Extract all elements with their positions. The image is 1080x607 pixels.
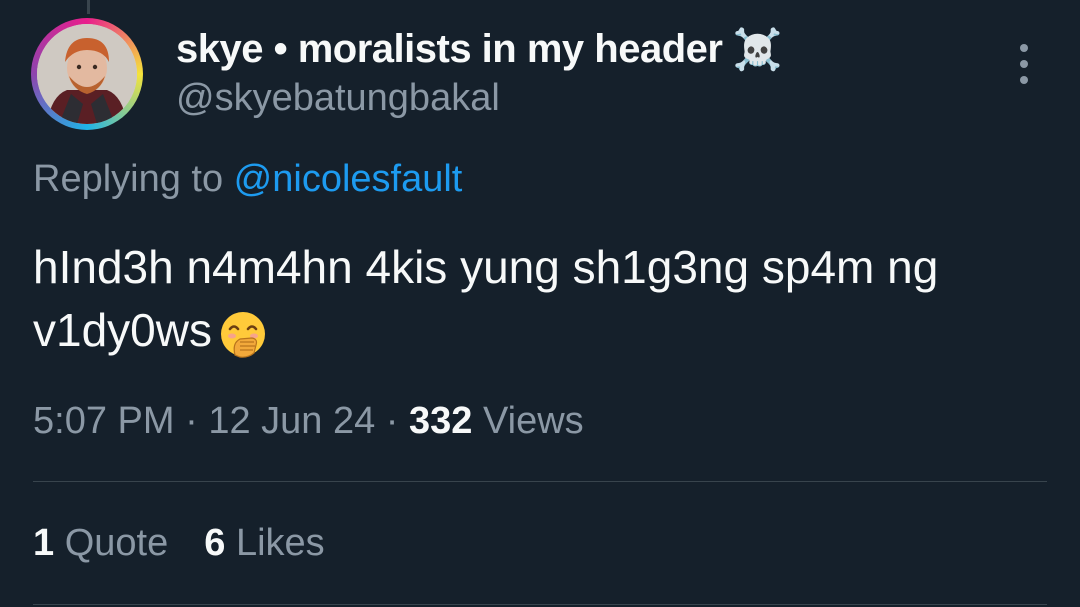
- more-dots-icon: [1020, 44, 1028, 52]
- meta-separator: ·: [375, 400, 410, 442]
- replying-to-line: Replying to @nicolesfault: [33, 158, 462, 201]
- quotes-count: 1: [33, 522, 55, 564]
- likes-label: Likes: [235, 522, 325, 564]
- likes-count: 6: [204, 522, 226, 564]
- tweet-meta: 5:07 PM · 12 Jun 24 · 332 Views: [33, 400, 584, 443]
- more-options-button[interactable]: [1010, 44, 1038, 84]
- more-dot: [1020, 60, 1028, 68]
- views-label: Views: [482, 400, 584, 442]
- avatar-photo: [37, 24, 137, 124]
- tweet-time[interactable]: 5:07 PM: [33, 400, 175, 442]
- likes-stat[interactable]: 6 Likes: [204, 522, 324, 565]
- author-handle[interactable]: @skyebatungbakal: [176, 77, 500, 120]
- divider: [33, 604, 1047, 605]
- divider: [33, 481, 1047, 482]
- author-name[interactable]: skye • moralists in my header ☠️: [176, 26, 782, 73]
- avatar[interactable]: [31, 18, 143, 130]
- quotes-label: Quote: [64, 522, 169, 564]
- face-with-hand-over-mouth-icon: [220, 311, 265, 358]
- tweet-body: hInd3h n4m4hn 4kis yung sh1g3ng sp4m ng …: [33, 241, 939, 356]
- replying-to-label: Replying to: [33, 158, 234, 200]
- thread-line: [87, 0, 90, 14]
- meta-separator: ·: [174, 400, 209, 442]
- views-count: 332: [409, 400, 473, 442]
- author-display-name: skye • moralists in my header: [176, 27, 723, 71]
- more-dot: [1020, 76, 1028, 84]
- engagement-stats: 1 Quote 6 Likes: [33, 522, 325, 565]
- quotes-stat[interactable]: 1 Quote: [33, 522, 168, 565]
- skull-crossbones-icon: ☠️: [732, 27, 782, 73]
- replying-to-link[interactable]: @nicolesfault: [234, 158, 463, 200]
- tweet-date[interactable]: 12 Jun 24: [208, 400, 375, 442]
- tweet-text: hInd3h n4m4hn 4kis yung sh1g3ng sp4m ng …: [33, 236, 1063, 362]
